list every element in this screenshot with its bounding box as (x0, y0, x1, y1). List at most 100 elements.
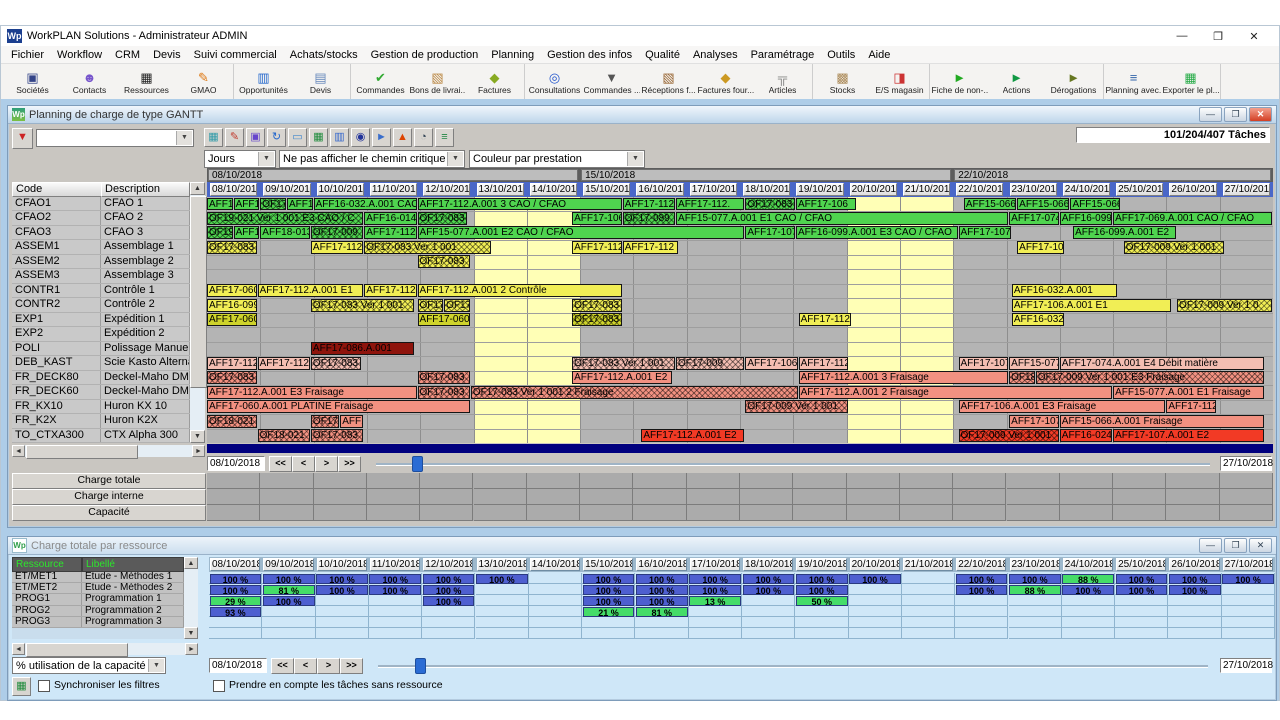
gantt-task-bar[interactable]: AFF17-112.A.001 3 Fraisage (798, 371, 1009, 385)
toolbar-button-opportunit-s[interactable]: ▥ Opportunités (235, 64, 292, 100)
gantt-task-bar[interactable]: AFF17-112 (207, 356, 257, 370)
gantt-task-bar[interactable]: OF17-083 Ver 1 001 (572, 356, 676, 370)
gantt-task-bar[interactable]: OF17-083 (310, 356, 361, 370)
resource-row-assem3[interactable]: ASSEM3 Assemblage 3 (12, 269, 190, 284)
gantt-task-bar[interactable]: AFF17-060 (207, 284, 257, 298)
gantt-tool-refresh-icon[interactable]: ↻ (267, 128, 286, 147)
metric-dropdown[interactable]: % utilisation de la capacité ▼ (12, 657, 166, 674)
minimize-icon[interactable]: — (1171, 30, 1193, 43)
gantt-tool-save-icon[interactable]: ▣ (246, 128, 265, 147)
resource-row-cfao2[interactable]: CFAO2 CFAO 2 (12, 211, 190, 226)
gantt-task-bar[interactable]: OF19 (207, 226, 233, 240)
scroll-left-icon[interactable]: ◄ (12, 643, 25, 655)
charge-interne-button[interactable]: Charge interne (12, 489, 206, 505)
resource-row-contr1[interactable]: CONTR1 Contrôle 1 (12, 283, 190, 299)
charge-totale-button[interactable]: Charge totale (12, 473, 206, 489)
gantt-task-bar[interactable]: AFF17-112.A.001 2 Contrôle (417, 284, 622, 298)
load-close-icon[interactable]: ✕ (1249, 538, 1272, 553)
scroll-up-icon[interactable]: ▲ (184, 557, 198, 569)
gantt-task-bar[interactable]: OF17-083 Ver 1 001 2 Fraisage (470, 385, 798, 399)
toolbar-button-contacts[interactable]: ☻ Contacts (61, 64, 118, 100)
gantt-task-bar[interactable]: AFF17-112 (364, 226, 417, 240)
column-header-libelle[interactable]: Libellé (82, 557, 184, 572)
resource-row-assem2[interactable]: ASSEM2 Assemblage 2 (12, 254, 190, 270)
gantt-task-bar[interactable]: AFF17-112 (798, 313, 851, 327)
gantt-task-bar[interactable]: OF17-083 (745, 197, 795, 211)
nav-next-button[interactable]: > (315, 456, 338, 472)
timeline-slider[interactable] (376, 463, 1210, 466)
gantt-task-bar[interactable]: AFF17-106.A.001 E1 (1011, 298, 1171, 312)
critical-path-dropdown[interactable]: Ne pas afficher le chemin critique ▼ (279, 150, 465, 168)
gantt-task-bar[interactable]: AFF16-099 (1059, 211, 1113, 225)
gantt-task-bar[interactable]: AFF18-013 (260, 226, 310, 240)
gantt-task-bar[interactable]: AFF1 (233, 197, 260, 211)
gantt-task-bar[interactable]: OF17-083 (417, 255, 470, 269)
toolbar-button-gmao[interactable]: ✎ GMAO (175, 64, 232, 100)
gantt-task-bar[interactable]: OF17-083 (417, 211, 468, 225)
nav-first-button[interactable]: << (269, 456, 292, 472)
menu-item-analyses[interactable]: Analyses (687, 48, 744, 62)
gantt-task-bar[interactable]: AFF17-107.A.001 E2 (1113, 429, 1264, 442)
close-icon[interactable]: ✕ (1243, 30, 1265, 43)
gantt-task-bar[interactable]: AFF15-077.A.001 E1 CAO / CFAO (676, 211, 1009, 225)
resource-row-exp2[interactable]: EXP2 Expédition 2 (12, 327, 190, 342)
menu-item-suivi-commercial[interactable]: Suivi commercial (188, 48, 283, 62)
gantt-task-bar[interactable]: OF17-009 Ver 1 001 (745, 400, 849, 414)
gantt-tool-info-icon[interactable]: ◉ (351, 128, 370, 147)
toolbar-button-bons-de-livrai[interactable]: ▧ Bons de livrai... (409, 64, 466, 100)
table-horizontal-scrollbar[interactable]: ◄ ► (12, 643, 198, 657)
sync-filters-checkbox[interactable] (38, 680, 50, 692)
gantt-task-bar[interactable]: AFF17-112.A.001 3 CAO / CFAO (417, 197, 622, 211)
menu-item-aide[interactable]: Aide (862, 48, 896, 62)
gantt-task-bar[interactable]: AFF17-107 (1009, 414, 1059, 428)
gantt-task-bar[interactable]: AFF17-069.A.001 CAO / CFAO (1113, 211, 1272, 225)
gantt-tool-export-image-icon[interactable]: ▦ (204, 128, 223, 147)
gantt-task-bar[interactable]: AFF15-066.A.001 Fraisage (1059, 414, 1264, 428)
gantt-task-bar[interactable]: AFF17-112 (798, 356, 849, 370)
toolbar-button-ressources[interactable]: ▦ Ressources (118, 64, 175, 100)
slider-thumb[interactable] (412, 456, 423, 472)
toolbar-button-fiche-de-non[interactable]: ► Fiche de non-... (931, 64, 988, 100)
gantt-tool-send-icon[interactable]: ► (372, 128, 391, 147)
gantt-task-bar[interactable]: AFF16-099.A.001 E2 (1073, 226, 1177, 240)
gantt-task-bar[interactable]: OF17-083 (310, 429, 364, 442)
toolbar-button-exporter-le-pl[interactable]: ▦ Exporter le pl... (1162, 64, 1219, 100)
table-horizontal-scrollbar[interactable]: ◄ ► (12, 445, 205, 459)
menu-item-gestion-de-production[interactable]: Gestion de production (365, 48, 485, 62)
gantt-task-bar[interactable]: OF17-083 (572, 298, 622, 312)
gantt-task-bar[interactable]: AFF16-014 (364, 211, 417, 225)
scroll-down-icon[interactable]: ▼ (184, 627, 198, 639)
gantt-task-bar[interactable]: AFF1 (233, 226, 260, 240)
gantt-task-bar[interactable]: OF17-009 Ver 1 001 (1123, 240, 1225, 254)
gantt-tool-edit-icon[interactable]: ✎ (225, 128, 244, 147)
menu-item-qualit[interactable]: Qualité (639, 48, 686, 62)
gantt-task-bar[interactable]: OF17 (260, 197, 286, 211)
gantt-task-bar[interactable]: AFF17-112.A.001 E2 (572, 371, 673, 385)
toolbar-button-commandes[interactable]: ✔ Commandes (352, 64, 409, 100)
resource-row-cfao3[interactable]: CFAO3 CFAO 3 (12, 225, 190, 241)
scale-dropdown[interactable]: Jours ▼ (204, 150, 276, 168)
gantt-task-bar[interactable]: AFF17-060 (417, 313, 470, 327)
gantt-task-bar[interactable]: AFF17-112.A.001 E1 (257, 284, 364, 298)
column-header-description[interactable]: Description (101, 182, 190, 197)
gantt-task-bar[interactable]: AFF17-086.A.001 (310, 342, 414, 356)
include-tasks-checkbox[interactable] (213, 680, 225, 692)
gantt-task-bar[interactable]: OF17-009 Ver 1 001 E3 Fraisage (1035, 371, 1264, 385)
column-header-code[interactable]: Code (12, 182, 102, 197)
gantt-task-bar[interactable]: OF18-021 (207, 414, 257, 428)
gantt-task-bar[interactable]: AFF17-106 (795, 197, 857, 211)
gantt-task-bar[interactable]: OF17-083 (207, 240, 257, 254)
menu-item-outils[interactable]: Outils (821, 48, 861, 62)
gantt-task-bar[interactable]: OF17-083 Ver 1 001 (310, 298, 414, 312)
resource-row-contr2[interactable]: CONTR2 Contrôle 2 (12, 298, 190, 313)
gantt-task-bar[interactable]: AFF16-099 (207, 298, 257, 312)
gantt-task-bar[interactable]: OF17 (444, 298, 470, 312)
gantt-task-bar[interactable]: AFF17-112 (622, 197, 676, 211)
nav-prev-button[interactable]: < (292, 456, 315, 472)
gantt-task-bar[interactable]: AFF17-106 (572, 211, 622, 225)
filter-dropdown[interactable]: ▼ (36, 129, 194, 147)
gantt-task-bar[interactable]: AFF15-077.A.001 E2 CAO / CFAO (417, 226, 745, 240)
gantt-task-bar[interactable]: AFF17-112 (1166, 400, 1217, 414)
filter-icon[interactable]: ▼ (12, 128, 33, 149)
toolbar-button-factures-four[interactable]: ◆ Factures four... (697, 64, 754, 100)
